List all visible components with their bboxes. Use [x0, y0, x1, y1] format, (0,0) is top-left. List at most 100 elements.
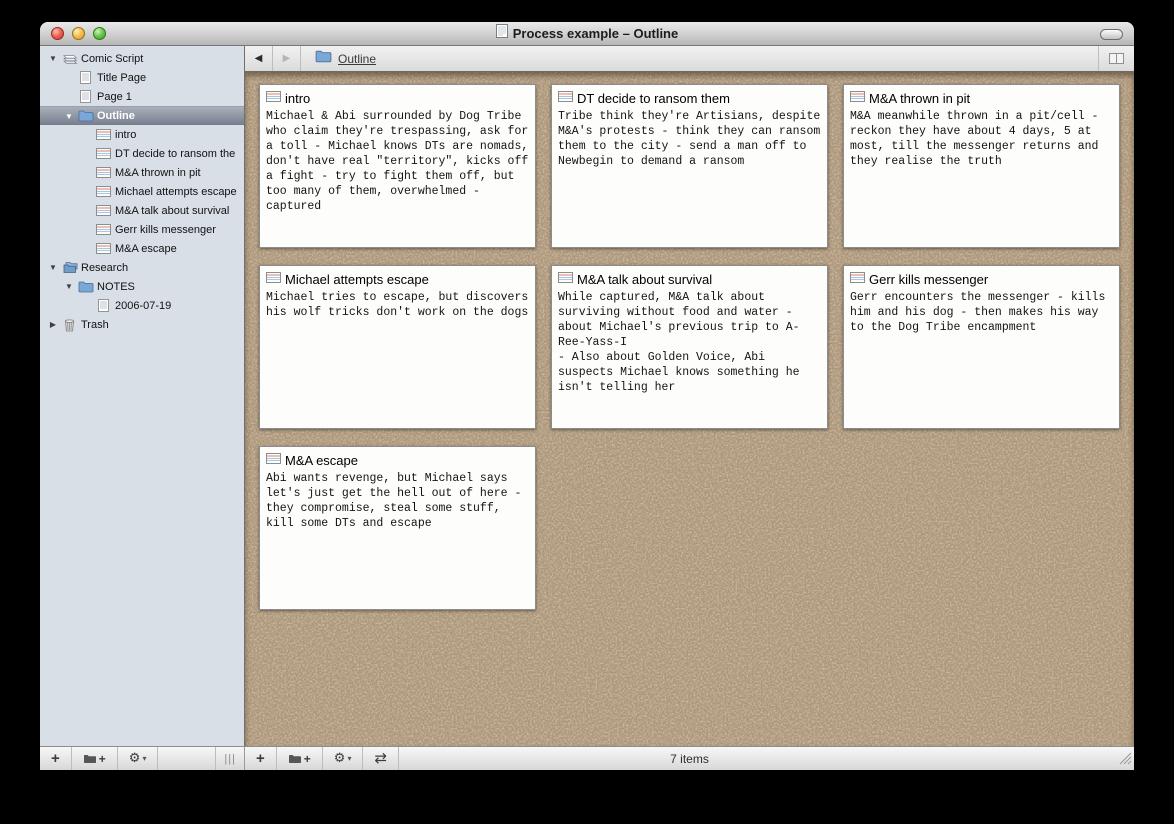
card-title: Gerr kills messenger: [869, 272, 988, 287]
disclosure-triangle-icon[interactable]: ▶: [46, 320, 60, 329]
gear-icon: ⚙: [129, 752, 141, 765]
card-body: Gerr encounters the messenger - kills hi…: [850, 290, 1113, 335]
sidebar-item-label: M&A talk about survival: [113, 205, 229, 217]
document-icon: [76, 90, 95, 103]
index-card-ma-thrown-in-pit[interactable]: M&A thrown in pit M&A meanwhile thrown i…: [843, 84, 1120, 248]
card-title: M&A talk about survival: [577, 272, 712, 287]
sidebar-item-label: intro: [113, 129, 136, 141]
card-body: Michael tries to escape, but discovers h…: [266, 290, 529, 320]
sidebar-item-label: Comic Script: [79, 53, 143, 65]
split-view-button[interactable]: [1098, 46, 1134, 71]
disclosure-triangle-icon[interactable]: ▼: [46, 263, 60, 272]
index-card-icon: [850, 270, 865, 288]
disclosure-triangle-icon[interactable]: ▼: [46, 54, 60, 63]
card-body: M&A meanwhile thrown in a pit/cell - rec…: [850, 109, 1113, 169]
index-card-dt-decide[interactable]: DT decide to ransom them Tribe think the…: [551, 84, 828, 248]
title-bar[interactable]: Process example – Outline: [40, 22, 1134, 46]
sidebar-item-label: Michael attempts escape: [113, 186, 237, 198]
sidebar-item-michael-attempts-escape[interactable]: Michael attempts escape: [40, 182, 244, 201]
card-title: M&A thrown in pit: [869, 91, 970, 106]
disclosure-triangle-icon[interactable]: ▼: [62, 282, 76, 291]
add-card-button[interactable]: +: [245, 747, 277, 770]
sidebar-item-label: Trash: [79, 319, 109, 331]
index-card-gerr-kills-messenger[interactable]: Gerr kills messenger Gerr encounters the…: [843, 265, 1120, 429]
index-card-icon: [94, 129, 113, 140]
document-icon: [94, 299, 113, 312]
folders-stack-icon: [60, 261, 79, 274]
card-title: M&A escape: [285, 453, 358, 468]
add-item-button[interactable]: +: [40, 747, 72, 770]
back-button[interactable]: ◀: [245, 46, 273, 71]
forward-button[interactable]: ▶: [273, 46, 301, 71]
close-button[interactable]: [51, 27, 64, 40]
index-card-icon: [94, 186, 113, 197]
corkboard[interactable]: intro Michael & Abi surrounded by Dog Tr…: [245, 72, 1134, 746]
folder-plus-icon: [288, 754, 302, 764]
index-card-michael-attempts-escape[interactable]: Michael attempts escape Michael tries to…: [259, 265, 536, 429]
sidebar-item-trash[interactable]: ▶ Trash: [40, 315, 244, 334]
app-window: Process example – Outline ▼ Comic Script: [40, 22, 1134, 770]
index-card-icon: [94, 167, 113, 178]
sidebar-item-ma-escape[interactable]: M&A escape: [40, 239, 244, 258]
sidebar-item-title-page[interactable]: Title Page: [40, 68, 244, 87]
gear-icon: ⚙: [334, 752, 346, 765]
index-card-icon: [266, 89, 281, 107]
index-card-ma-escape[interactable]: M&A escape Abi wants revenge, but Michae…: [259, 446, 536, 610]
card-arrangement-button[interactable]: ⇄: [363, 747, 399, 770]
binder-sidebar[interactable]: ▼ Comic Script: [40, 46, 245, 746]
sidebar-item-intro[interactable]: intro: [40, 125, 244, 144]
sidebar-item-dt-decide[interactable]: DT decide to ransom the: [40, 144, 244, 163]
card-title: Michael attempts escape: [285, 272, 429, 287]
disclosure-triangle-icon[interactable]: ▼: [62, 112, 76, 121]
editor-footer: + + ⚙ ▾ ⇄ 7 items: [245, 747, 1134, 770]
sidebar-item-ma-thrown-in-pit[interactable]: M&A thrown in pit: [40, 163, 244, 182]
index-card-icon: [94, 243, 113, 254]
sidebar-item-2006-07-19[interactable]: 2006-07-19: [40, 296, 244, 315]
sidebar-item-notes[interactable]: ▼ NOTES: [40, 277, 244, 296]
index-card-intro[interactable]: intro Michael & Abi surrounded by Dog Tr…: [259, 84, 536, 248]
add-folder-button[interactable]: +: [72, 747, 118, 770]
proxy-document-icon[interactable]: [496, 24, 508, 43]
manuscript-stack-icon: [60, 52, 79, 65]
sidebar-item-gerr-kills-messenger[interactable]: Gerr kills messenger: [40, 220, 244, 239]
sidebar-item-label: NOTES: [95, 281, 135, 293]
folder-icon: [76, 281, 95, 293]
document-icon: [76, 71, 95, 84]
breadcrumb[interactable]: Outline: [301, 50, 376, 68]
index-card-icon: [94, 205, 113, 216]
card-body: While captured, M&A talk about surviving…: [558, 290, 821, 395]
window-resize-grip[interactable]: [1119, 752, 1132, 768]
card-title: DT decide to ransom them: [577, 91, 730, 106]
zoom-button[interactable]: [93, 27, 106, 40]
breadcrumb-label[interactable]: Outline: [338, 52, 376, 66]
sidebar-item-label: M&A escape: [113, 243, 177, 255]
add-folder-button[interactable]: +: [277, 747, 323, 770]
folder-icon: [76, 110, 95, 122]
action-menu-button[interactable]: ⚙ ▾: [118, 747, 159, 770]
index-card-ma-talk-about-survival[interactable]: M&A talk about survival While captured, …: [551, 265, 828, 429]
index-card-icon: [558, 270, 573, 288]
action-menu-button[interactable]: ⚙ ▾: [323, 747, 364, 770]
card-body: Abi wants revenge, but Michael says let'…: [266, 471, 529, 531]
sidebar-item-research[interactable]: ▼ Research: [40, 258, 244, 277]
sidebar-item-label: M&A thrown in pit: [113, 167, 201, 179]
chevron-down-icon: ▾: [347, 754, 351, 763]
folder-icon: [315, 50, 332, 68]
card-body: Tribe think they're Artisians, despite M…: [558, 109, 821, 169]
window-title: Process example – Outline: [513, 26, 678, 41]
sidebar-item-outline[interactable]: ▼ Outline: [40, 106, 244, 125]
chevron-down-icon: ▾: [142, 754, 146, 763]
desktop: Process example – Outline ▼ Comic Script: [0, 0, 1174, 824]
sidebar-resize-handle[interactable]: |||: [215, 747, 244, 770]
sidebar-item-comic-script[interactable]: ▼ Comic Script: [40, 49, 244, 68]
index-card-icon: [266, 451, 281, 469]
sidebar-item-label: Page 1: [95, 91, 132, 103]
minimize-button[interactable]: [72, 27, 85, 40]
index-card-icon: [558, 89, 573, 107]
sidebar-item-page-1[interactable]: Page 1: [40, 87, 244, 106]
sidebar-item-label: Title Page: [95, 72, 146, 84]
sidebar-item-ma-talk-about-survival[interactable]: M&A talk about survival: [40, 201, 244, 220]
editor-header-bar: ◀ ▶ Outline: [245, 46, 1134, 72]
toolbar-toggle-button[interactable]: [1100, 29, 1123, 40]
sidebar-item-label: 2006-07-19: [113, 300, 171, 312]
